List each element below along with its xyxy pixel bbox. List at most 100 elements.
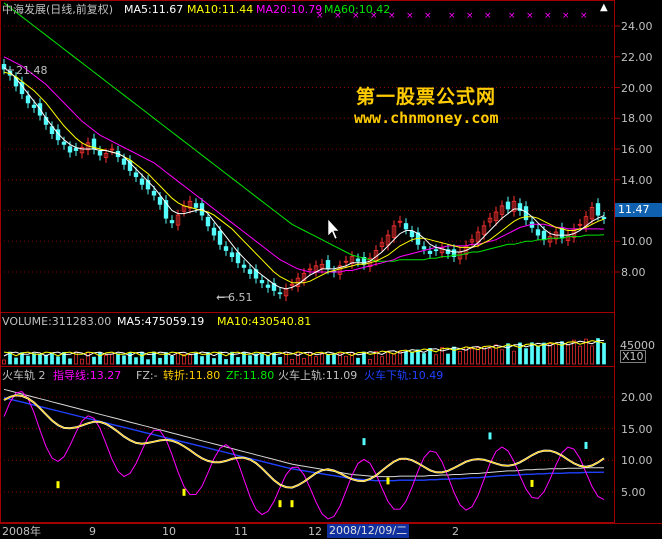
volume-bar [416, 349, 420, 365]
candle-body [277, 292, 283, 295]
volume-bar [410, 352, 414, 365]
indicator-signal-tick [56, 481, 60, 489]
cursor-date-label: 2008/12/09/二 [327, 524, 410, 538]
indicator-signal-tick [290, 500, 294, 508]
volume-bar [212, 358, 216, 365]
date-label-dec: 12 [308, 525, 322, 538]
volume-bar [290, 358, 294, 365]
volume-bar [56, 356, 60, 365]
candle-body [169, 220, 175, 224]
volume-bar [308, 352, 312, 365]
volume-bar [92, 356, 96, 365]
stock-chart-canvas[interactable]: × × × × × × × × × × × × × × × [0, 0, 662, 539]
volume-bar [554, 343, 558, 365]
volume-bar [116, 353, 120, 365]
volume-bar [176, 353, 180, 365]
price-axis-label: 22.00 [621, 50, 653, 64]
indicator-axis-label: 10.00 [621, 454, 653, 468]
price-axis-label: 8.00 [621, 266, 646, 279]
date-label-year: 2008年 [2, 525, 41, 538]
indicator-lower-rail: 火车下轨:10.49 [364, 369, 444, 382]
volume-bar [68, 358, 72, 365]
price-axis-label: 10.00 [621, 235, 653, 249]
panel-borders [0, 0, 662, 524]
volume-bar [194, 352, 198, 365]
volume-bar [446, 353, 450, 365]
volume-bar [32, 353, 36, 365]
indicator-guide-line: 指导线:13.27 [53, 369, 122, 382]
volume-bar [110, 353, 114, 365]
volume-bar [266, 355, 270, 365]
volume-bar [380, 356, 384, 365]
volume-bar [470, 348, 474, 365]
indicator-signal-tick [362, 438, 366, 446]
ma20-line [3, 56, 605, 273]
volume-bar [440, 347, 444, 365]
indicator-signal-tick [488, 432, 492, 440]
indicator-signal-tick [584, 441, 588, 449]
volume-bar [320, 352, 324, 365]
price-axis-label: 18.00 [621, 112, 653, 126]
guide-line [3, 391, 605, 520]
volume-bar [104, 354, 108, 365]
volume-bar [356, 357, 360, 365]
chart-scroll-arrow-icon[interactable]: ▲ [600, 1, 608, 14]
volume-bar [434, 354, 438, 365]
date-label-sep: 9 [89, 525, 96, 538]
volume-bar [14, 357, 18, 365]
price-axis-label: 14.00 [621, 173, 653, 187]
volume-bar [302, 358, 306, 365]
candle-body [259, 280, 265, 284]
volume-bar [500, 349, 504, 365]
signal-x-marker: × [580, 11, 588, 21]
volume-bar [368, 359, 372, 365]
date-label-oct: 10 [162, 525, 176, 538]
volume-ma5-line [3, 339, 605, 357]
candle-body [421, 246, 427, 250]
indicator-axis-label: 20.00 [621, 391, 653, 404]
volume-ma10-readout: MA10:430540.81 [217, 315, 312, 328]
candle-body [151, 190, 157, 196]
ma5-line [3, 67, 605, 290]
signal-x-marker: × [526, 11, 534, 21]
volume-bar [392, 353, 396, 365]
indicator-signal-tick [530, 479, 534, 487]
volume-bar [236, 357, 240, 365]
candle-body [121, 158, 127, 165]
candle-body [229, 252, 235, 258]
candle-body [241, 264, 247, 268]
volume-bar [536, 345, 540, 365]
price-axis-label: 16.00 [621, 143, 653, 156]
candle-body [211, 227, 217, 236]
indicator-signal-tick [386, 477, 390, 485]
train-track-indicator [0, 388, 614, 520]
volume-bar [278, 356, 282, 365]
volume-bar [578, 345, 582, 365]
volume-bar [566, 344, 570, 365]
indicator-signal-tick [278, 500, 282, 508]
volume-bar [146, 359, 150, 365]
candle-body [73, 147, 79, 151]
indicator-name: 火车轨 2 [2, 369, 46, 382]
signal-x-marker: × [562, 11, 570, 21]
volume-bar [506, 343, 510, 365]
volume-bar [590, 345, 594, 365]
volume-bar [170, 355, 174, 365]
candle-body [535, 229, 541, 236]
volume-bar [488, 348, 492, 365]
trend-line [3, 394, 605, 489]
volume-bar [2, 359, 6, 365]
volume-axis-unit: X10 [620, 350, 646, 363]
ma10-readout: MA10:11.44 [187, 3, 254, 16]
ma10-line [3, 71, 605, 284]
volume-bar [332, 354, 336, 365]
volume-bar [98, 352, 102, 365]
volume-bar [602, 342, 606, 365]
mouse-cursor-icon [327, 218, 340, 240]
indicator-turn: 转折:11.80 [163, 369, 221, 382]
candle-body [403, 223, 409, 230]
volume-bar [248, 355, 252, 365]
upper-rail-line [3, 388, 605, 478]
turn-line [3, 394, 605, 489]
watermark-url: www.chnmoney.com [354, 109, 499, 127]
